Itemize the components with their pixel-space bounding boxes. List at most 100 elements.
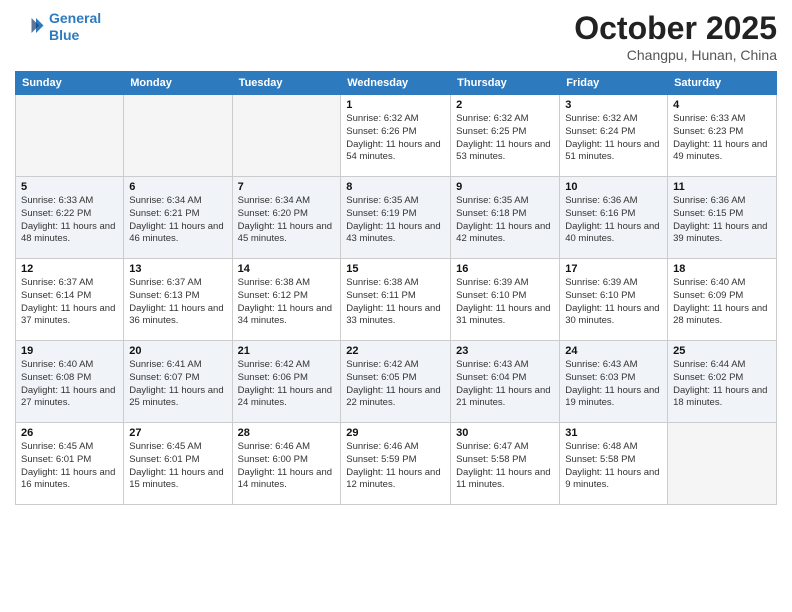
day-number: 12: [21, 263, 118, 275]
calendar-cell: 16Sunrise: 6:39 AM Sunset: 6:10 PM Dayli…: [451, 259, 560, 341]
calendar-cell: 7 Sunrise: 6:34 AM Sunset: 6:20 PM Daylig…: [232, 177, 341, 259]
day-number: 22: [346, 345, 445, 357]
day-info: Sunrise: 6:33 AM Sunset: 6:23 PM Dayligh…: [673, 113, 771, 164]
calendar-cell: 13 Sunrise: 6:37 AM Sunset: 6:13 PM Dayli…: [124, 259, 232, 341]
header: General Blue October 2025 Changpu, Hunan…: [15, 10, 777, 63]
day-info: Sunrise: 6:39 AM Sunset: 6:10 PM Dayligh…: [565, 277, 662, 328]
day-info: Sunrise: 6:36 AM Sunset: 6:15 PM Dayligh…: [673, 195, 771, 246]
calendar-cell: 17 Sunrise: 6:39 AM Sunset: 6:10 PM Dayli…: [560, 259, 668, 341]
day-number: 14: [238, 263, 336, 275]
calendar-cell: 24 Sunrise: 6:43 AM Sunset: 6:03 PM Dayli…: [560, 341, 668, 423]
calendar-cell: [668, 423, 777, 505]
day-info: Sunrise: 6:42 AM Sunset: 6:06 PM Dayligh…: [238, 359, 336, 410]
day-number: 21: [238, 345, 336, 357]
calendar-cell: 8Sunrise: 6:35 AM Sunset: 6:19 PM Daylig…: [341, 177, 451, 259]
calendar-cell: 15 Sunrise: 6:38 AM Sunset: 6:11 PM Dayli…: [341, 259, 451, 341]
calendar-week-row: 26 Sunrise: 6:45 AM Sunset: 6:01 PM Dayli…: [16, 423, 777, 505]
calendar-cell: 3Sunrise: 6:32 AM Sunset: 6:24 PM Daylig…: [560, 95, 668, 177]
day-number: 11: [673, 181, 771, 193]
logo-text: General Blue: [49, 10, 101, 44]
day-number: 15: [346, 263, 445, 275]
day-number: 1: [346, 99, 445, 111]
day-number: 2: [456, 99, 554, 111]
calendar-cell: 4 Sunrise: 6:33 AM Sunset: 6:23 PM Daylig…: [668, 95, 777, 177]
calendar-cell: [124, 95, 232, 177]
calendar-cell: 28 Sunrise: 6:46 AM Sunset: 6:00 PM Dayli…: [232, 423, 341, 505]
logo-icon: [15, 12, 45, 42]
calendar-cell: 27Sunrise: 6:45 AM Sunset: 6:01 PM Dayli…: [124, 423, 232, 505]
calendar-cell: 6Sunrise: 6:34 AM Sunset: 6:21 PM Daylig…: [124, 177, 232, 259]
calendar-cell: 18 Sunrise: 6:40 AM Sunset: 6:09 PM Dayli…: [668, 259, 777, 341]
calendar-cell: 1Sunrise: 6:32 AM Sunset: 6:26 PM Daylig…: [341, 95, 451, 177]
day-number: 27: [129, 427, 226, 439]
day-number: 13: [129, 263, 226, 275]
day-info: Sunrise: 6:38 AM Sunset: 6:11 PM Dayligh…: [346, 277, 445, 328]
day-info: Sunrise: 6:43 AM Sunset: 6:04 PM Dayligh…: [456, 359, 554, 410]
day-info: Sunrise: 6:42 AM Sunset: 6:05 PM Dayligh…: [346, 359, 445, 410]
calendar-cell: 20Sunrise: 6:41 AM Sunset: 6:07 PM Dayli…: [124, 341, 232, 423]
day-number: 24: [565, 345, 662, 357]
day-info: Sunrise: 6:37 AM Sunset: 6:14 PM Dayligh…: [21, 277, 118, 328]
day-info: Sunrise: 6:39 AM Sunset: 6:10 PM Dayligh…: [456, 277, 554, 328]
day-number: 7: [238, 181, 336, 193]
calendar-week-row: 12 Sunrise: 6:37 AM Sunset: 6:14 PM Dayli…: [16, 259, 777, 341]
day-number: 26: [21, 427, 118, 439]
day-info: Sunrise: 6:48 AM Sunset: 5:58 PM Dayligh…: [565, 441, 662, 492]
day-info: Sunrise: 6:36 AM Sunset: 6:16 PM Dayligh…: [565, 195, 662, 246]
calendar-cell: [16, 95, 124, 177]
calendar-cell: 11 Sunrise: 6:36 AM Sunset: 6:15 PM Dayli…: [668, 177, 777, 259]
calendar-cell: 30 Sunrise: 6:47 AM Sunset: 5:58 PM Dayli…: [451, 423, 560, 505]
logo-blue: Blue: [49, 27, 79, 43]
header-tuesday: Tuesday: [232, 72, 341, 95]
header-friday: Friday: [560, 72, 668, 95]
logo-general: General: [49, 10, 101, 26]
header-sunday: Sunday: [16, 72, 124, 95]
day-number: 20: [129, 345, 226, 357]
day-number: 10: [565, 181, 662, 193]
day-number: 19: [21, 345, 118, 357]
calendar-week-row: 1Sunrise: 6:32 AM Sunset: 6:26 PM Daylig…: [16, 95, 777, 177]
day-info: Sunrise: 6:34 AM Sunset: 6:20 PM Dayligh…: [238, 195, 336, 246]
calendar-cell: 5Sunrise: 6:33 AM Sunset: 6:22 PM Daylig…: [16, 177, 124, 259]
day-info: Sunrise: 6:45 AM Sunset: 6:01 PM Dayligh…: [21, 441, 118, 492]
header-monday: Monday: [124, 72, 232, 95]
calendar-cell: 23Sunrise: 6:43 AM Sunset: 6:04 PM Dayli…: [451, 341, 560, 423]
day-number: 30: [456, 427, 554, 439]
calendar-cell: 31 Sunrise: 6:48 AM Sunset: 5:58 PM Dayli…: [560, 423, 668, 505]
day-number: 9: [456, 181, 554, 193]
day-info: Sunrise: 6:40 AM Sunset: 6:08 PM Dayligh…: [21, 359, 118, 410]
month-title: October 2025: [574, 10, 777, 47]
day-info: Sunrise: 6:33 AM Sunset: 6:22 PM Dayligh…: [21, 195, 118, 246]
day-info: Sunrise: 6:46 AM Sunset: 5:59 PM Dayligh…: [346, 441, 445, 492]
calendar-cell: 26 Sunrise: 6:45 AM Sunset: 6:01 PM Dayli…: [16, 423, 124, 505]
weekday-header-row: Sunday Monday Tuesday Wednesday Thursday…: [16, 72, 777, 95]
day-info: Sunrise: 6:37 AM Sunset: 6:13 PM Dayligh…: [129, 277, 226, 328]
calendar-table: Sunday Monday Tuesday Wednesday Thursday…: [15, 71, 777, 505]
calendar-cell: 22 Sunrise: 6:42 AM Sunset: 6:05 PM Dayli…: [341, 341, 451, 423]
day-number: 6: [129, 181, 226, 193]
day-info: Sunrise: 6:40 AM Sunset: 6:09 PM Dayligh…: [673, 277, 771, 328]
calendar-cell: 25Sunrise: 6:44 AM Sunset: 6:02 PM Dayli…: [668, 341, 777, 423]
day-info: Sunrise: 6:43 AM Sunset: 6:03 PM Dayligh…: [565, 359, 662, 410]
day-number: 29: [346, 427, 445, 439]
calendar-cell: 14Sunrise: 6:38 AM Sunset: 6:12 PM Dayli…: [232, 259, 341, 341]
day-number: 31: [565, 427, 662, 439]
logo: General Blue: [15, 10, 101, 44]
header-thursday: Thursday: [451, 72, 560, 95]
day-number: 25: [673, 345, 771, 357]
calendar-cell: 2Sunrise: 6:32 AM Sunset: 6:25 PM Daylig…: [451, 95, 560, 177]
calendar-cell: 10 Sunrise: 6:36 AM Sunset: 6:16 PM Dayli…: [560, 177, 668, 259]
header-saturday: Saturday: [668, 72, 777, 95]
day-info: Sunrise: 6:35 AM Sunset: 6:19 PM Dayligh…: [346, 195, 445, 246]
day-number: 17: [565, 263, 662, 275]
calendar-cell: [232, 95, 341, 177]
day-number: 3: [565, 99, 662, 111]
title-block: October 2025 Changpu, Hunan, China: [574, 10, 777, 63]
calendar-cell: 12 Sunrise: 6:37 AM Sunset: 6:14 PM Dayli…: [16, 259, 124, 341]
day-number: 28: [238, 427, 336, 439]
day-number: 4: [673, 99, 771, 111]
day-info: Sunrise: 6:35 AM Sunset: 6:18 PM Dayligh…: [456, 195, 554, 246]
day-number: 18: [673, 263, 771, 275]
day-info: Sunrise: 6:46 AM Sunset: 6:00 PM Dayligh…: [238, 441, 336, 492]
day-info: Sunrise: 6:47 AM Sunset: 5:58 PM Dayligh…: [456, 441, 554, 492]
